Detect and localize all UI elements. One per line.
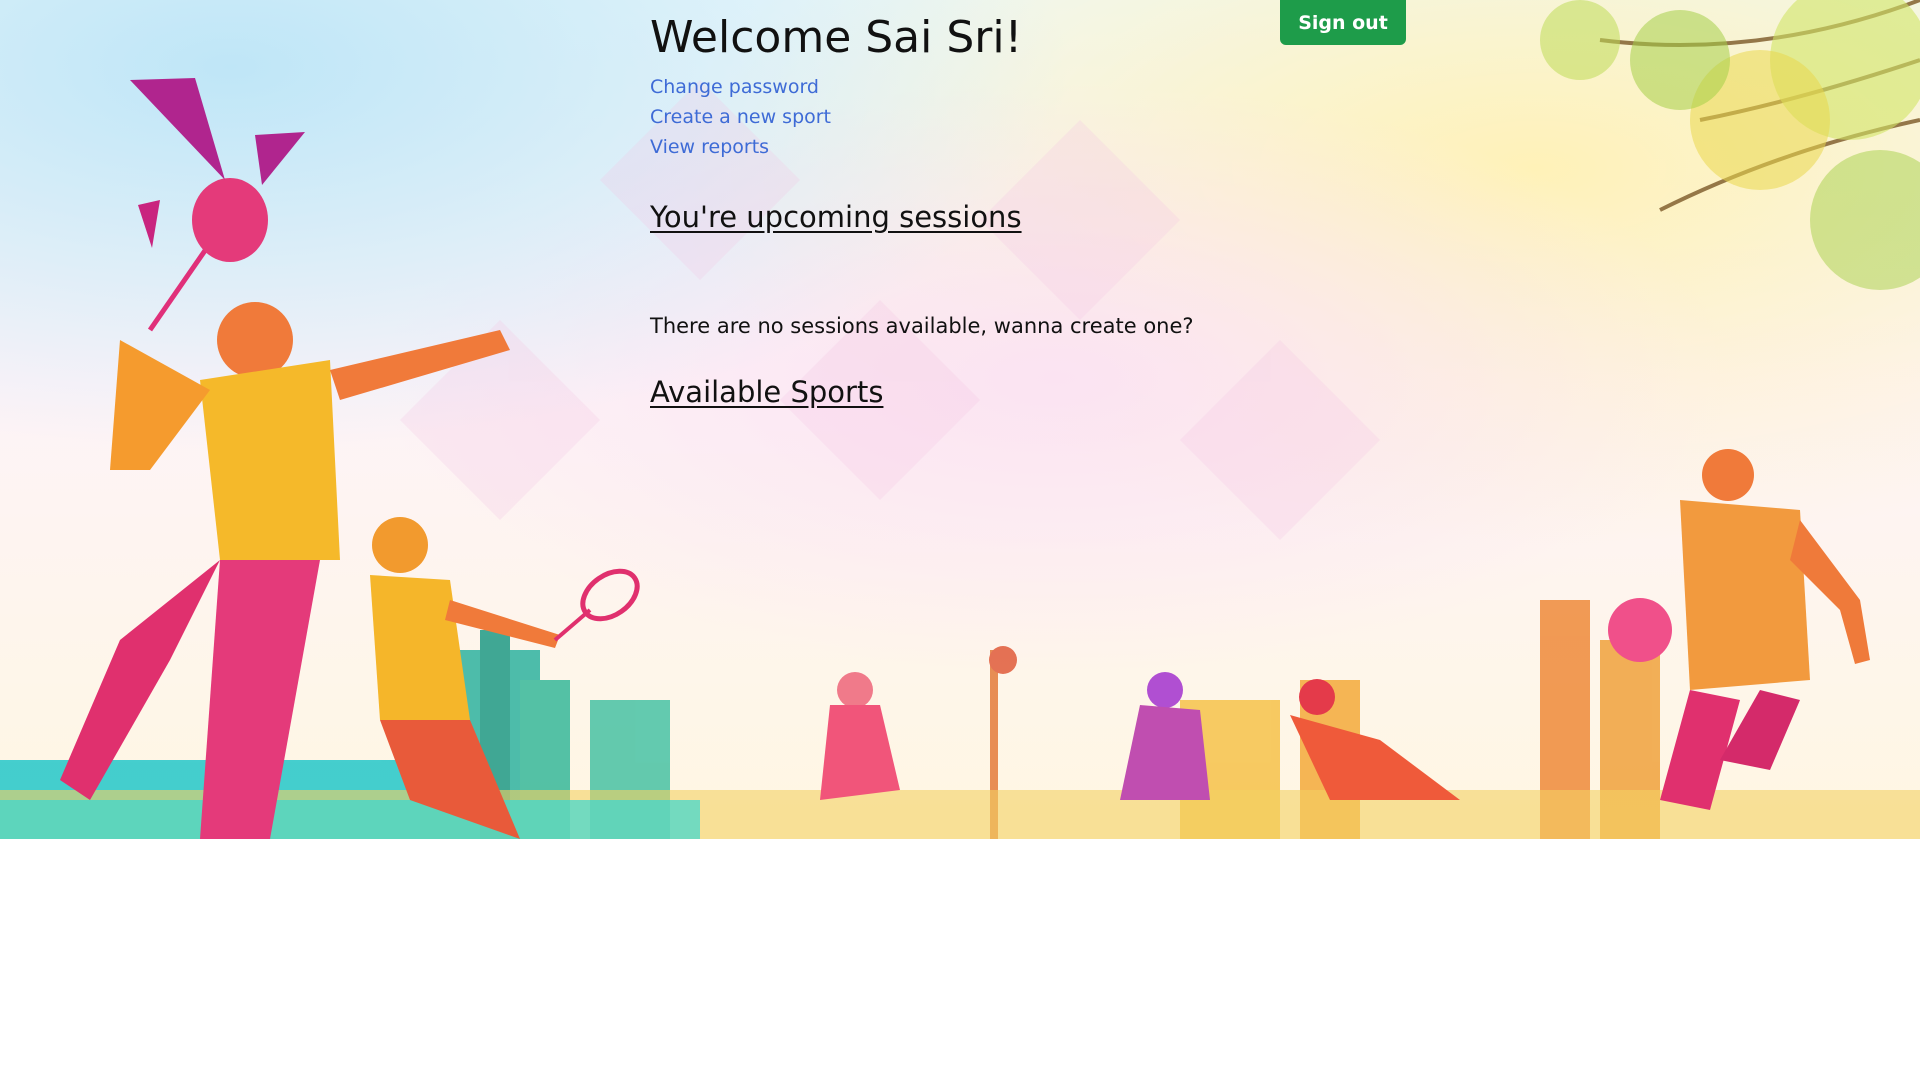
sports-banner-background (0, 0, 1920, 839)
sign-out-button[interactable]: Sign out (1280, 0, 1406, 45)
no-sessions-message: There are no sessions available, wanna c… (650, 314, 1194, 338)
change-password-link[interactable]: Change password (650, 72, 831, 102)
create-sport-link[interactable]: Create a new sport (650, 102, 831, 132)
view-reports-link[interactable]: View reports (650, 132, 831, 162)
welcome-heading: Welcome Sai Sri! (650, 12, 1023, 63)
sports-illustration (0, 0, 1920, 839)
available-sports-heading: Available Sports (650, 375, 884, 409)
upcoming-sessions-heading: You're upcoming sessions (650, 200, 1022, 234)
account-links: Change password Create a new sport View … (650, 72, 831, 162)
